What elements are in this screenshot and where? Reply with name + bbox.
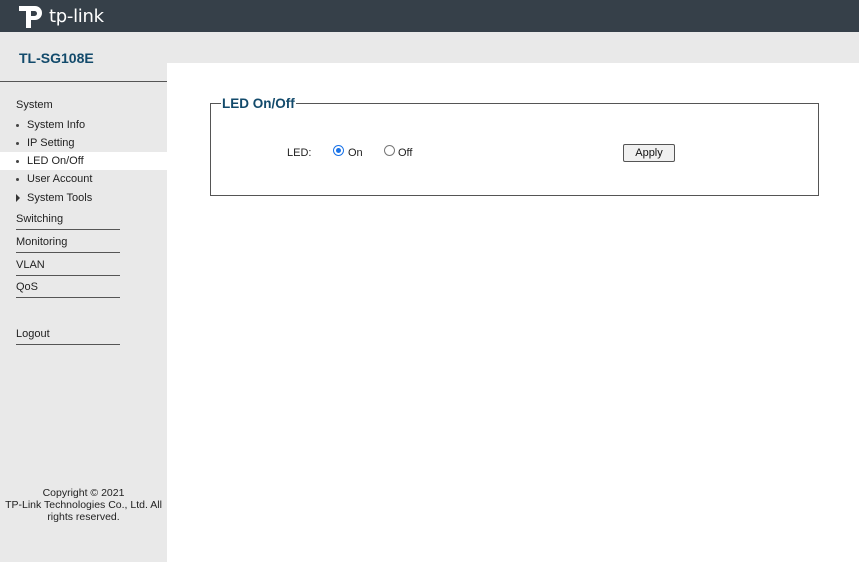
sidebar-item-ip-setting[interactable]: IP Setting	[0, 134, 167, 152]
nav-logout[interactable]: Logout	[16, 328, 120, 345]
model-name: TL-SG108E	[19, 50, 94, 66]
sidebar-item-led-on-off[interactable]: LED On/Off	[0, 152, 167, 170]
caret-right-icon	[16, 194, 20, 202]
copyright-line: Copyright © 2021	[42, 487, 125, 499]
led-off-radio[interactable]	[384, 145, 395, 156]
apply-button[interactable]: Apply	[623, 144, 675, 162]
bullet-icon	[16, 178, 19, 181]
led-panel: LED On/Off	[210, 96, 819, 196]
sidebar-item-label: System Info	[27, 119, 86, 131]
sidebar: TL-SG108E System System Info IP Setting …	[0, 32, 167, 562]
tp-link-logo: tp-link	[17, 1, 104, 31]
copyright-line: TP-Link Technologies Co., Ltd. All	[5, 499, 162, 511]
nav-vlan[interactable]: VLAN	[16, 259, 120, 276]
led-label: LED:	[287, 147, 312, 159]
bullet-icon	[16, 160, 19, 163]
bullet-icon	[16, 124, 19, 127]
led-on-label[interactable]: On	[348, 147, 363, 159]
nav-monitoring[interactable]: Monitoring	[16, 236, 120, 253]
sidebar-item-label: IP Setting	[27, 137, 75, 149]
nav-switching[interactable]: Switching	[16, 213, 120, 230]
bullet-icon	[16, 142, 19, 145]
sidebar-item-label: User Account	[27, 173, 93, 185]
led-off-label[interactable]: Off	[398, 147, 412, 159]
tp-link-logo-icon	[19, 6, 42, 28]
nav-qos[interactable]: QoS	[16, 281, 120, 298]
sidebar-item-system-tools[interactable]: System Tools	[0, 189, 167, 207]
panel-title: LED On/Off	[222, 96, 295, 111]
sidebar-item-system-info[interactable]: System Info	[0, 116, 167, 134]
sidebar-item-label: System Tools	[27, 192, 93, 204]
content-top-band	[167, 32, 859, 63]
sidebar-item-user-account[interactable]: User Account	[0, 170, 167, 188]
led-on-radio[interactable]	[333, 145, 344, 156]
copyright: Copyright © 2021 TP-Link Technologies Co…	[0, 487, 167, 523]
model-divider	[0, 81, 167, 82]
header-bar: tp-link	[0, 0, 859, 32]
logo-text: tp-link	[49, 5, 104, 27]
sidebar-item-label: LED On/Off	[27, 155, 84, 167]
copyright-line: rights reserved.	[47, 511, 120, 523]
nav-group-system[interactable]: System	[16, 99, 53, 111]
